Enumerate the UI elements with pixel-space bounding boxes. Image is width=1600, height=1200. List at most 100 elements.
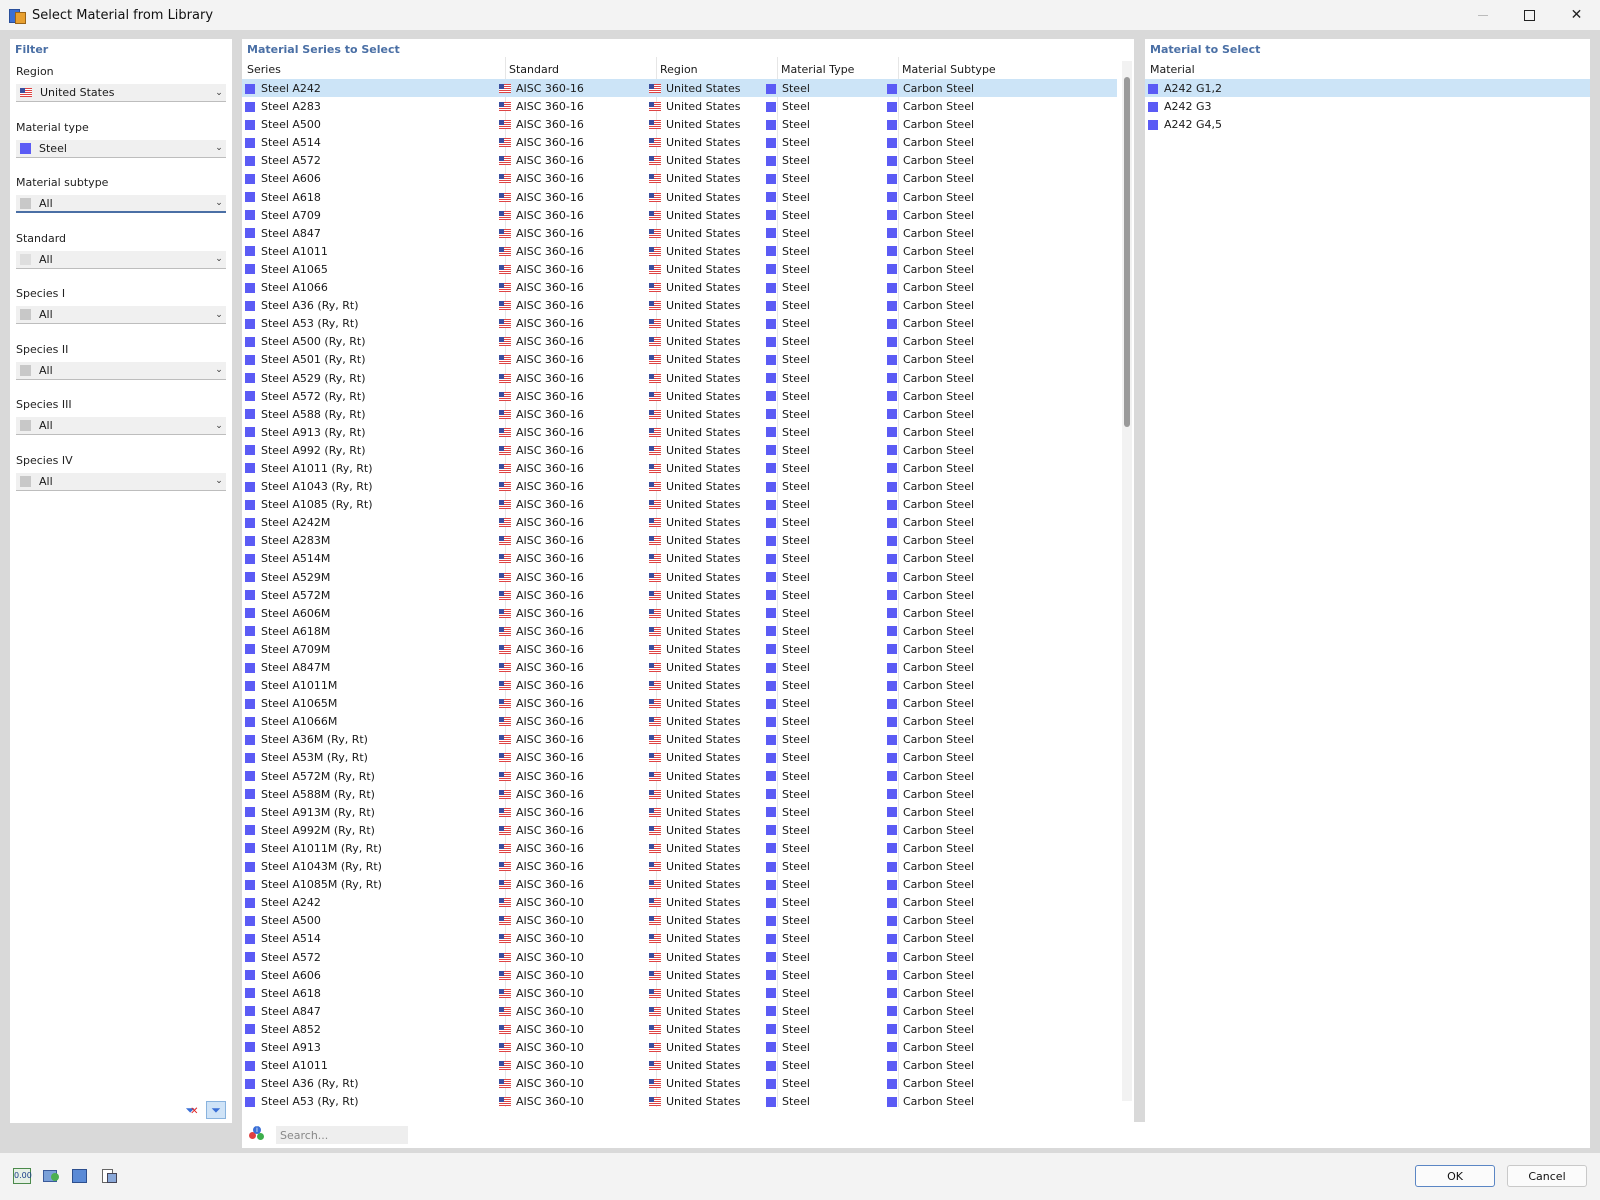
col-material-subtype[interactable]: Material Subtype — [902, 63, 996, 76]
table-row[interactable]: Steel A1085 (Ry, Rt) AISC 360-16 United St… — [242, 495, 1117, 513]
list-item[interactable]: A242 G1,2 — [1145, 79, 1590, 98]
table-row[interactable]: Steel A572 (Ry, Rt) AISC 360-16 United Sta… — [242, 387, 1117, 405]
filter-combo-species-2[interactable]: All ⌄ — [16, 361, 226, 380]
units-button[interactable]: 0.00 — [11, 1167, 33, 1185]
table-row[interactable]: Steel A242M AISC 360-16 United States Steel… — [242, 513, 1117, 531]
table-row[interactable]: Steel A992 (Ry, Rt) AISC 360-16 United Sta… — [242, 441, 1117, 459]
close-button[interactable]: ✕ — [1553, 0, 1600, 30]
col-region[interactable]: Region — [660, 63, 698, 76]
table-cell: AISC 360-16 — [499, 281, 584, 294]
table-row[interactable]: Steel A606M AISC 360-16 United States Steel… — [242, 604, 1117, 622]
table-row[interactable]: Steel A53 (Ry, Rt) AISC 360-16 United Stat… — [242, 314, 1117, 332]
maximize-button[interactable] — [1506, 0, 1553, 30]
table-row[interactable]: Steel A1065M AISC 360-16 United States Stee… — [242, 694, 1117, 712]
table-row[interactable]: Steel A1011M AISC 360-16 United States Stee… — [242, 676, 1117, 694]
clear-filter-button[interactable]: ⏷✕ — [182, 1101, 202, 1119]
filter-combo-material-type[interactable]: Steel ⌄ — [16, 139, 226, 158]
table-row[interactable]: Steel A1066M AISC 360-16 United States Stee… — [242, 712, 1117, 730]
cell-text: Steel A606 — [261, 172, 321, 186]
table-row[interactable]: Steel A606 AISC 360-16 United States Steel C… — [242, 169, 1117, 187]
filter-combo-region[interactable]: United States ⌄ — [16, 84, 226, 102]
filter-combo-standard[interactable]: All ⌄ — [16, 250, 226, 269]
col-series[interactable]: Series — [247, 63, 281, 76]
col-material[interactable]: Material — [1150, 63, 1195, 76]
col-standard[interactable]: Standard — [509, 63, 559, 76]
table-row[interactable]: Steel A847 AISC 360-10 United States Steel C… — [242, 1002, 1117, 1020]
table-row[interactable]: Steel A588M (Ry, Rt) AISC 360-16 United St… — [242, 785, 1117, 803]
cell-text: Steel A242 — [261, 82, 321, 95]
table-row[interactable]: Steel A1011 (Ry, Rt) AISC 360-16 United St… — [242, 459, 1117, 477]
import-button[interactable] — [40, 1167, 62, 1185]
table-row[interactable]: Steel A572M (Ry, Rt) AISC 360-16 United St… — [242, 767, 1117, 785]
table-row[interactable]: Steel A572M AISC 360-16 United States Steel… — [242, 586, 1117, 604]
filter-combo-species-3[interactable]: All ⌄ — [16, 417, 226, 435]
chevron-down-icon: ⌄ — [215, 420, 223, 431]
list-item[interactable]: A242 G4,5 — [1145, 115, 1590, 133]
filter-combo-species-4[interactable]: All ⌄ — [16, 472, 226, 491]
table-row[interactable]: Steel A36 (Ry, Rt) AISC 360-10 United Stat… — [242, 1074, 1117, 1092]
table-row[interactable]: Steel A1043M (Ry, Rt) AISC 360-16 United S… — [242, 857, 1117, 875]
minimize-button[interactable] — [1459, 0, 1506, 30]
apply-filter-button[interactable]: ⏷ — [206, 1101, 226, 1119]
table-row[interactable]: Steel A1085M (Ry, Rt) AISC 360-16 United S… — [242, 875, 1117, 893]
flag-us-icon — [649, 843, 661, 853]
filter-combo-species-1[interactable]: All ⌄ — [16, 306, 226, 324]
cancel-button[interactable]: Cancel — [1507, 1165, 1587, 1187]
table-row[interactable]: Steel A913M (Ry, Rt) AISC 360-16 United St… — [242, 803, 1117, 821]
table-row[interactable]: Steel A588 (Ry, Rt) AISC 360-16 United Sta… — [242, 405, 1117, 423]
table-row[interactable]: Steel A242 AISC 360-16 United States Steel C… — [242, 79, 1117, 98]
table-row[interactable]: Steel A913 AISC 360-10 United States Steel C… — [242, 1038, 1117, 1056]
table-row[interactable]: Steel A501 (Ry, Rt) AISC 360-16 United Sta… — [242, 350, 1117, 368]
table-row[interactable]: Steel A529 (Ry, Rt) AISC 360-16 United Sta… — [242, 369, 1117, 387]
ok-button[interactable]: OK — [1415, 1165, 1495, 1187]
table-row[interactable]: Steel A36 (Ry, Rt) AISC 360-16 United Stat… — [242, 296, 1117, 314]
table-row[interactable]: Steel A1011M (Ry, Rt) AISC 360-16 United S… — [242, 839, 1117, 857]
table-row[interactable]: Steel A500 (Ry, Rt) AISC 360-16 United Sta… — [242, 332, 1117, 350]
flag-us-icon — [649, 1061, 661, 1071]
info-filter-icon[interactable]: i — [248, 1126, 266, 1144]
table-row[interactable]: Steel A1065 AISC 360-16 United States Steel… — [242, 260, 1117, 278]
table-row[interactable]: Steel A709 AISC 360-16 United States Steel C… — [242, 206, 1117, 224]
table-cell: Steel — [766, 1005, 810, 1018]
table-cell: AISC 360-10 — [499, 969, 584, 982]
col-material-type[interactable]: Material Type — [781, 63, 854, 76]
table-row[interactable]: Steel A572 AISC 360-16 United States Steel C… — [242, 151, 1117, 169]
table-row[interactable]: Steel A514 AISC 360-10 United States Steel C… — [242, 929, 1117, 947]
table-row[interactable]: Steel A618M AISC 360-16 United States Steel… — [242, 622, 1117, 640]
table-row[interactable]: Steel A913 (Ry, Rt) AISC 360-16 United Sta… — [242, 423, 1117, 441]
table-row[interactable]: Steel A572 AISC 360-10 United States Steel C… — [242, 948, 1117, 966]
table-row[interactable]: Steel A53M (Ry, Rt) AISC 360-16 United Sta… — [242, 748, 1117, 766]
table-row[interactable]: Steel A283 AISC 360-16 United States Steel C… — [242, 97, 1117, 115]
table-row[interactable]: Steel A283M AISC 360-16 United States Steel… — [242, 531, 1117, 549]
table-row[interactable]: Steel A1011 AISC 360-16 United States Steel… — [242, 242, 1117, 260]
table-row[interactable]: Steel A618 AISC 360-10 United States Steel C… — [242, 984, 1117, 1002]
table-row[interactable]: Steel A514 AISC 360-16 United States Steel C… — [242, 133, 1117, 151]
table-row[interactable]: Steel A53 (Ry, Rt) AISC 360-10 United Stat… — [242, 1092, 1117, 1110]
table-row[interactable]: Steel A500 AISC 360-16 United States Steel C… — [242, 115, 1117, 133]
scrollbar-thumb[interactable] — [1124, 77, 1130, 427]
table-row[interactable]: Steel A992M (Ry, Rt) AISC 360-16 United St… — [242, 821, 1117, 839]
table-row[interactable]: Steel A514M AISC 360-16 United States Steel… — [242, 549, 1117, 567]
table-row[interactable]: Steel A500 AISC 360-10 United States Steel C… — [242, 911, 1117, 929]
table-row[interactable]: Steel A1066 AISC 360-16 United States Steel… — [242, 278, 1117, 296]
filter-combo-material-subtype[interactable]: All ⌄ — [16, 195, 226, 213]
table-row[interactable]: Steel A847M AISC 360-16 United States Steel… — [242, 658, 1117, 676]
table-row[interactable]: Steel A847 AISC 360-16 United States Steel C… — [242, 224, 1117, 242]
search-input[interactable] — [276, 1126, 408, 1144]
save-button[interactable] — [69, 1167, 91, 1185]
table-row[interactable]: Steel A242 AISC 360-10 United States Steel C… — [242, 893, 1117, 911]
table-row[interactable]: Steel A529M AISC 360-16 United States Steel… — [242, 568, 1117, 586]
series-scrollbar[interactable] — [1122, 61, 1132, 1101]
table-row[interactable]: Steel A618 AISC 360-16 United States Steel C… — [242, 188, 1117, 206]
table-row[interactable]: Steel A709M AISC 360-16 United States Steel… — [242, 640, 1117, 658]
list-item[interactable]: A242 G3 — [1145, 97, 1590, 115]
copy-button[interactable] — [98, 1167, 120, 1185]
table-row[interactable]: Steel A606 AISC 360-10 United States Steel C… — [242, 966, 1117, 984]
flag-us-icon — [649, 934, 661, 944]
dialog-body: Filter Region United States ⌄ Material type… — [0, 30, 1600, 1153]
table-row[interactable]: Steel A36M (Ry, Rt) AISC 360-16 United Sta… — [242, 730, 1117, 748]
table-row[interactable]: Steel A1011 AISC 360-10 United States Steel… — [242, 1056, 1117, 1074]
table-row[interactable]: Steel A1043 (Ry, Rt) AISC 360-16 United St… — [242, 477, 1117, 495]
table-row[interactable]: Steel A852 AISC 360-10 United States Steel C… — [242, 1020, 1117, 1038]
cell-text: Steel A1011 — [261, 1059, 328, 1073]
